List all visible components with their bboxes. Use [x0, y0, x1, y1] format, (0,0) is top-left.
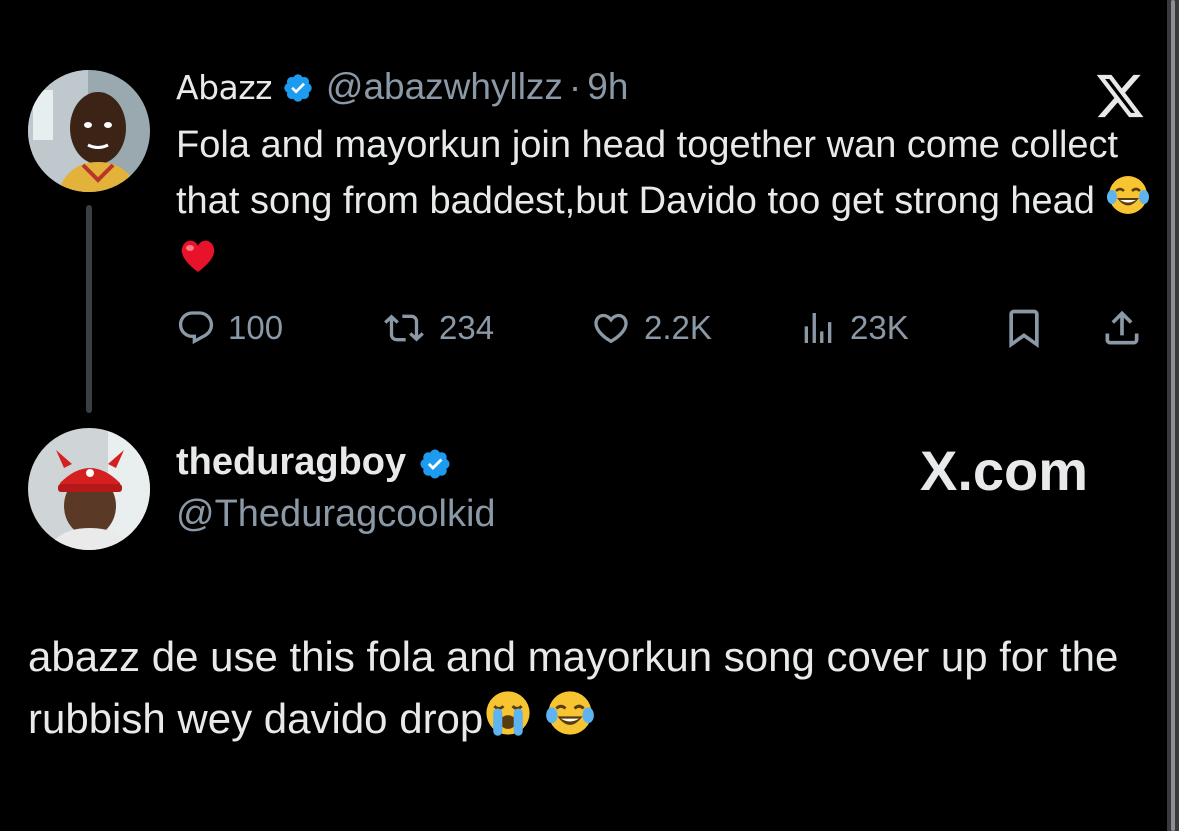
bookmark-icon	[1009, 309, 1039, 349]
red-heart-icon	[176, 233, 220, 293]
face-with-tears-of-joy-icon	[545, 688, 595, 755]
reply-author-display-name[interactable]: theduragboy	[176, 441, 406, 484]
brand-watermark-text: X.com	[920, 439, 1089, 502]
author-avatar[interactable]	[28, 70, 150, 192]
author-handle[interactable]: @abazwhyllzz	[326, 66, 563, 108]
repost-icon	[384, 314, 424, 342]
like-count: 2.2K	[644, 309, 712, 346]
tweet-text: Fola and mayorkun join head together wan…	[176, 118, 1156, 293]
tweet-text-content: Fola and mayorkun join head together wan…	[176, 124, 1119, 223]
repost-count: 234	[439, 309, 495, 346]
views-count: 23K	[850, 309, 909, 346]
x-logo-icon	[1096, 74, 1144, 118]
tweet-timestamp[interactable]: 9h	[587, 66, 628, 108]
reply-count: 100	[228, 309, 284, 346]
verified-badge-icon	[282, 71, 314, 103]
tweet-action-bar: 100 234 2.2K 23K	[176, 303, 1156, 353]
thread-connector-line	[86, 205, 92, 413]
share-icon	[1105, 310, 1139, 345]
like-button[interactable]: 2.2K	[590, 303, 712, 353]
scrollbar-thumb[interactable]	[1171, 0, 1175, 831]
bookmark-button[interactable]	[1002, 303, 1058, 353]
views-icon	[804, 313, 832, 343]
author-display-name[interactable]: Abazz	[176, 68, 272, 107]
tweet-header: Abazz @abazwhyllzz · 9h	[176, 66, 1156, 108]
loudly-crying-face-icon	[483, 688, 533, 755]
views-button[interactable]: 23K	[798, 303, 909, 353]
like-icon	[594, 313, 628, 344]
reply-author-row: theduragboy	[176, 441, 462, 484]
separator-dot: ·	[568, 66, 582, 107]
reply-text: abazz de use this fola and mayorkun song…	[28, 626, 1148, 755]
reply-author-handle[interactable]: @Theduragcoolkid	[176, 493, 496, 536]
scrollbar[interactable]	[1167, 0, 1179, 831]
share-button[interactable]	[1100, 303, 1156, 353]
reply-author-avatar[interactable]	[28, 428, 150, 550]
face-with-tears-of-joy-icon	[1106, 173, 1150, 233]
verified-badge-icon	[418, 447, 450, 479]
xcom-watermark: X.com	[920, 438, 1088, 503]
reply-button[interactable]: 100	[176, 303, 283, 353]
repost-button[interactable]: 234	[381, 303, 494, 353]
reply-icon	[178, 311, 214, 345]
